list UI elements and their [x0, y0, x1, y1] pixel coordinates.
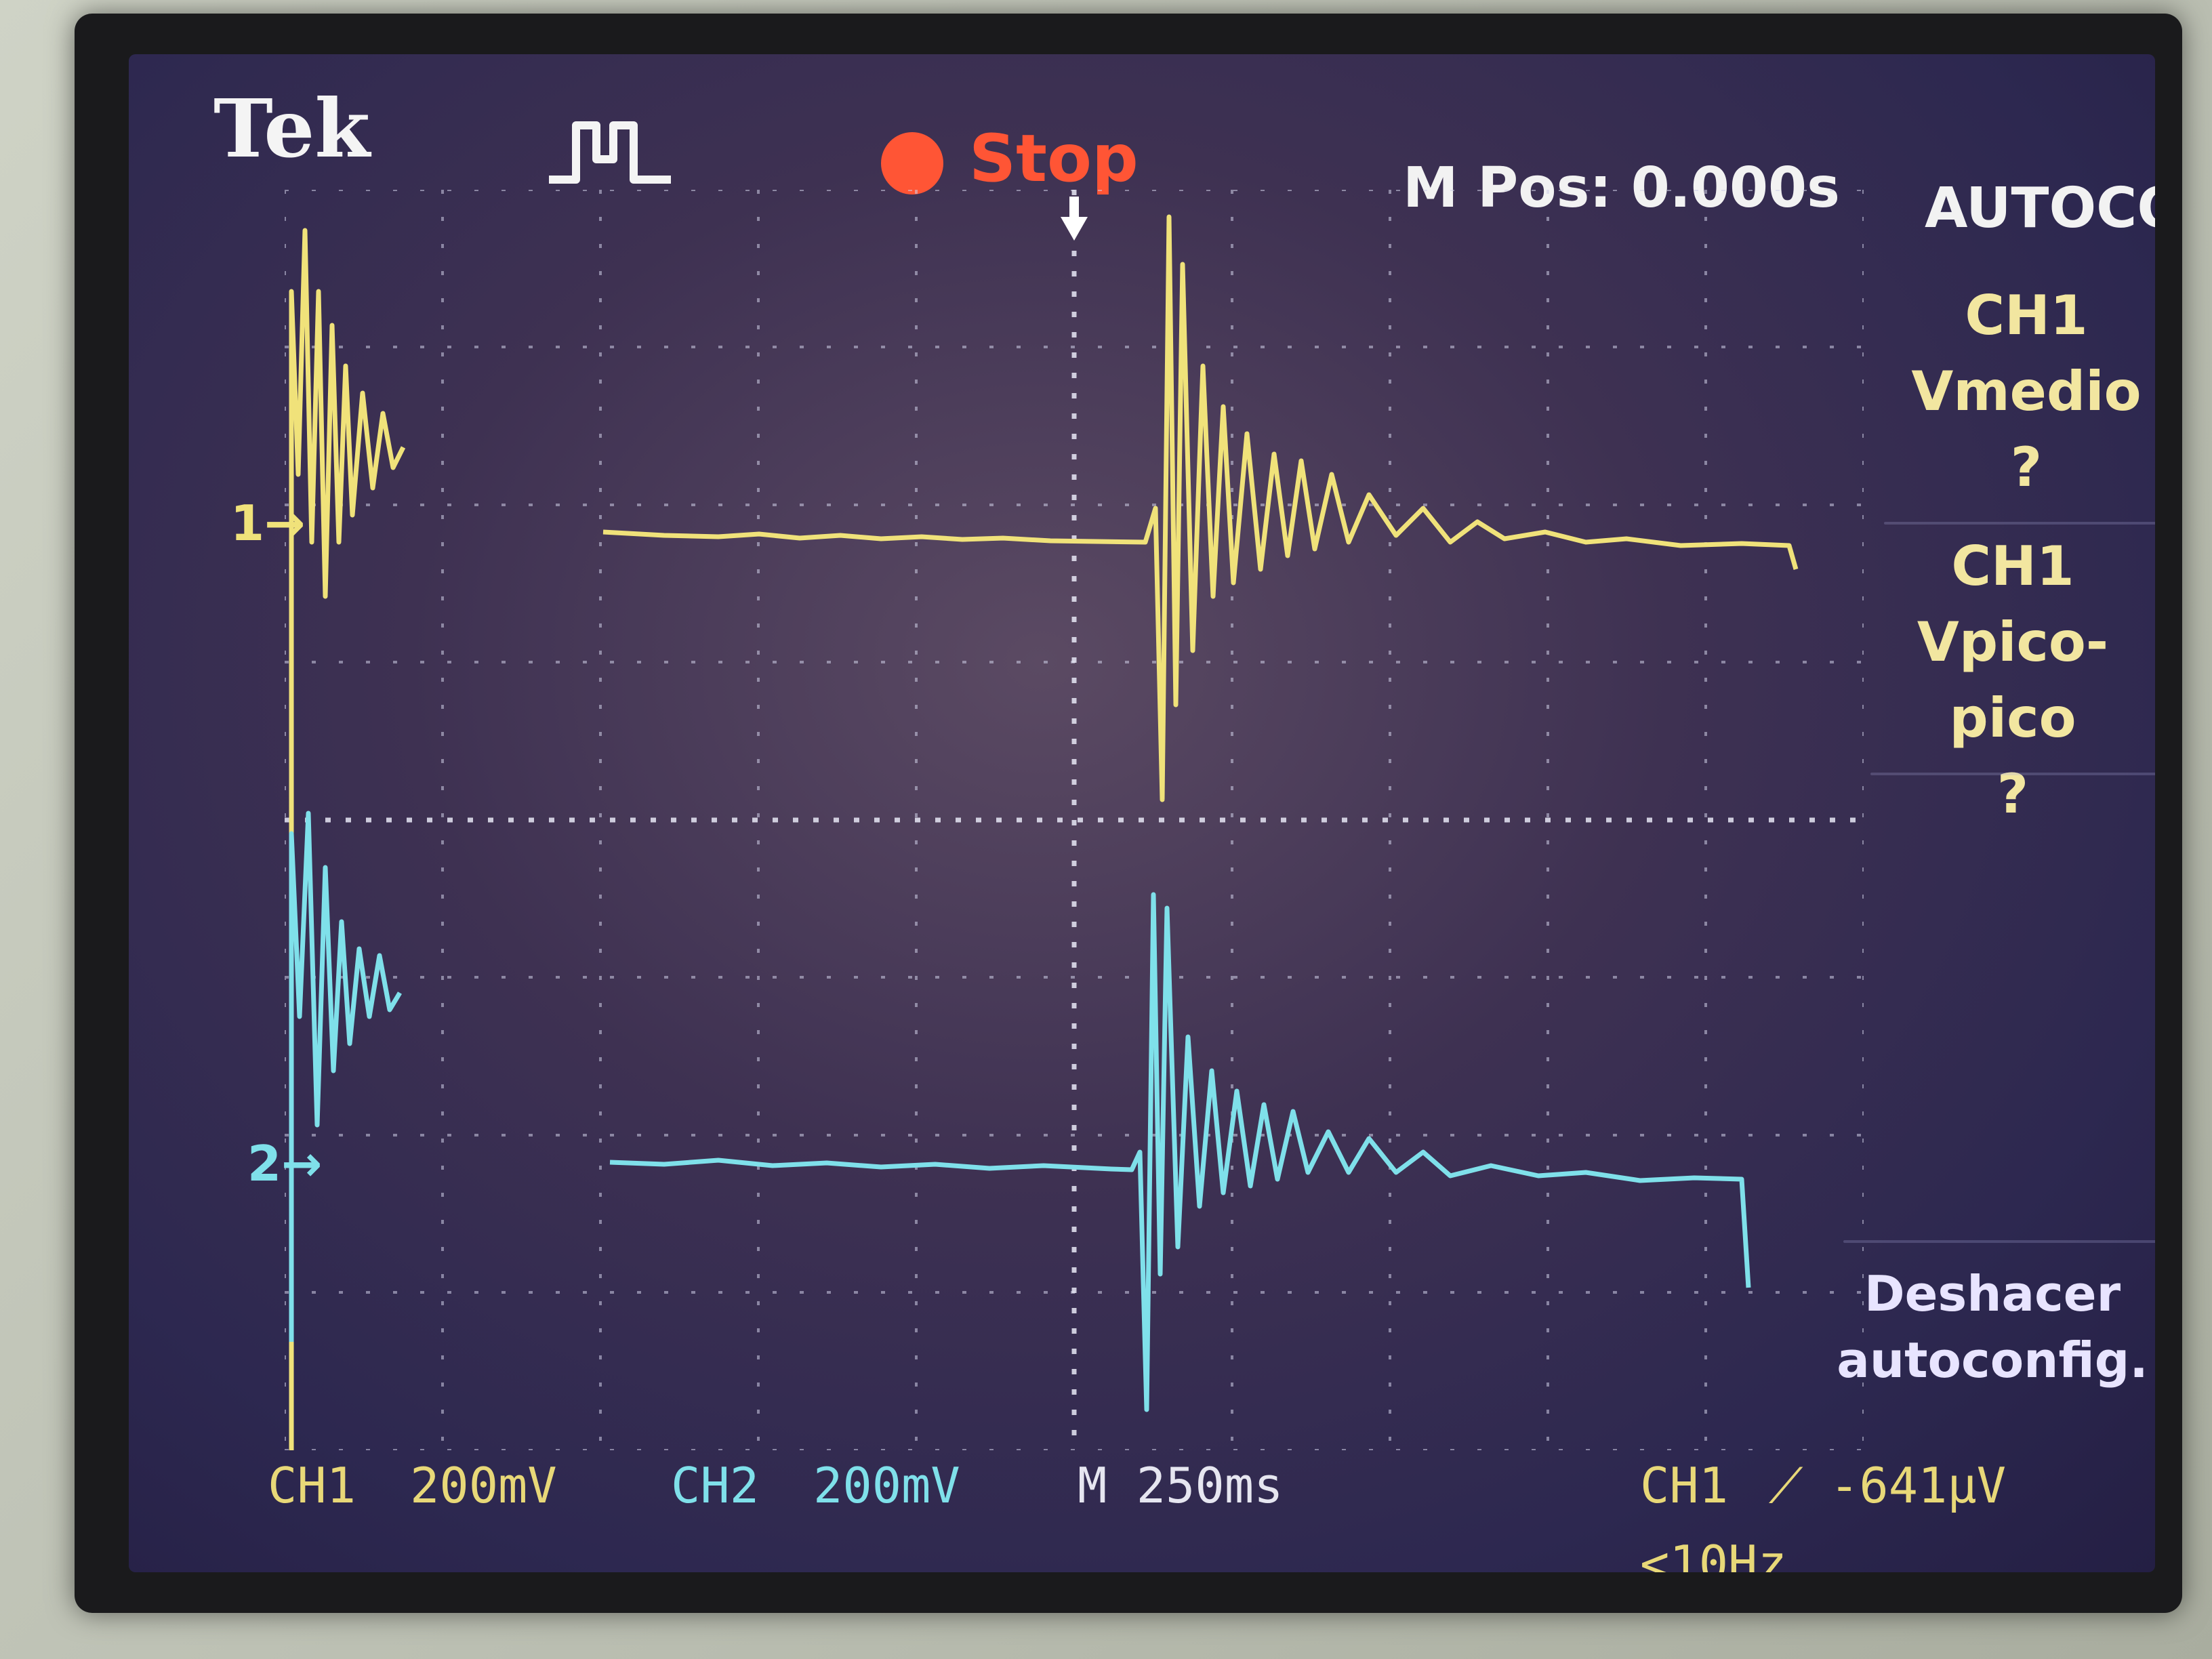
ch1-marker: 1→ — [230, 495, 306, 552]
trigger-slope-icon: ⟋ — [1769, 1457, 1803, 1514]
center-axes — [285, 190, 1864, 1450]
ch1-trace — [289, 214, 1799, 1450]
menu-title: AUTOCONFIG. — [1925, 176, 2155, 241]
waveform-graticule — [285, 190, 1864, 1450]
ch2-volts-per-div: 200mV — [813, 1457, 960, 1514]
ch2-marker: 2→ — [247, 1135, 323, 1192]
ch1-volts-per-div: 200mV — [410, 1457, 557, 1514]
brand-logo: Tek — [213, 81, 371, 176]
menu-item-ch1-vpico-pico[interactable]: CH1 Vpico-pico ? — [1870, 529, 2155, 832]
menu-item-line: ? — [2010, 436, 2043, 499]
menu-item-line: Vpico-pico — [1917, 611, 2109, 750]
menu-item-line: Vmedio — [1911, 360, 2142, 423]
trigger-frequency: <10Hz — [1640, 1535, 1787, 1572]
menu-item-ch1-vmedio[interactable]: CH1 Vmedio ? — [1884, 278, 2155, 506]
run-status[interactable]: Stop — [969, 121, 1139, 197]
ch1-label: CH1 — [268, 1457, 356, 1514]
menu-item-line: CH1 — [1951, 535, 2074, 598]
ch2-trace — [289, 811, 1751, 1412]
trigger-level: -641µV — [1830, 1457, 2007, 1514]
oscilloscope-screen: Tek Stop M Pos: 0.000s AUTOCONFIG. — [129, 54, 2155, 1572]
menu-separator — [1870, 773, 2155, 775]
status-bar: CH1 200mV CH2 200mV M 250ms CH1 ⟋ -641µV… — [129, 1450, 2155, 1572]
menu-item-line: Deshacer — [1864, 1265, 2121, 1322]
trigger-position-icon — [1061, 197, 1088, 241]
menu-separator — [1843, 1240, 2155, 1243]
pulse-icon — [549, 121, 671, 184]
menu-item-line: autoconfig. — [1837, 1332, 2148, 1389]
menu-item-line: CH1 — [1965, 284, 2088, 347]
menu-item-deshacer-autoconfig[interactable]: Deshacer autoconfig. — [1823, 1261, 2155, 1393]
run-indicator-icon — [881, 132, 943, 194]
timebase-readout: M 250ms — [1078, 1457, 1284, 1514]
trigger-source: CH1 — [1640, 1457, 1729, 1514]
menu-item-line: ? — [1996, 762, 2029, 825]
menu-separator — [1884, 522, 2155, 525]
ch2-label: CH2 — [671, 1457, 760, 1514]
